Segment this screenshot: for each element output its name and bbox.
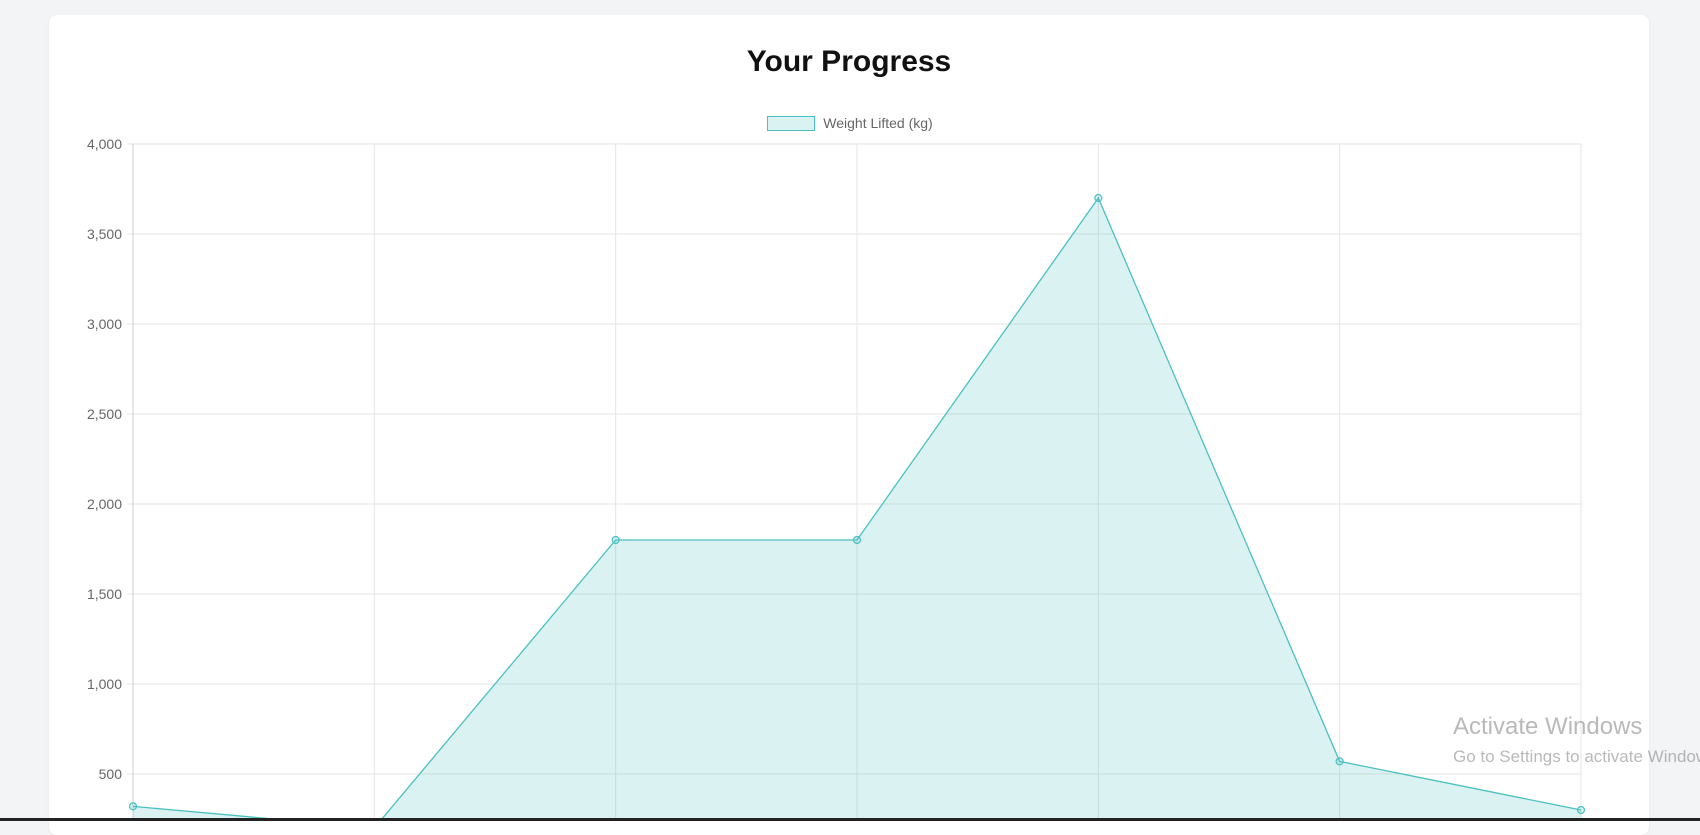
data-point [128,802,138,811]
progress-chart: 500 1,000 1,500 2,000 2,500 3,000 3,500 4,000 [87,136,1586,821]
y-tick-label: 3,000 [87,316,122,332]
data-point [611,535,620,545]
y-tick-label: 1,000 [87,676,122,692]
watermark-title: Activate Windows [1453,713,1643,740]
y-tick-label: 2,500 [87,406,122,422]
y-tick-label: 4,000 [87,136,122,152]
activate-windows-watermark: Activate Windows Go to Settings to activ… [1453,713,1700,767]
data-point [1094,193,1103,203]
y-tick-label: 2,000 [87,496,122,512]
data-point [1335,757,1344,766]
data-point [852,535,862,545]
y-tick-label: 3,500 [87,226,122,242]
watermark-subtitle: Go to Settings to activate Windows. [1453,747,1700,766]
y-tick-label: 500 [99,766,123,782]
y-tick-label: 1,500 [87,586,122,602]
data-point [1576,805,1586,815]
